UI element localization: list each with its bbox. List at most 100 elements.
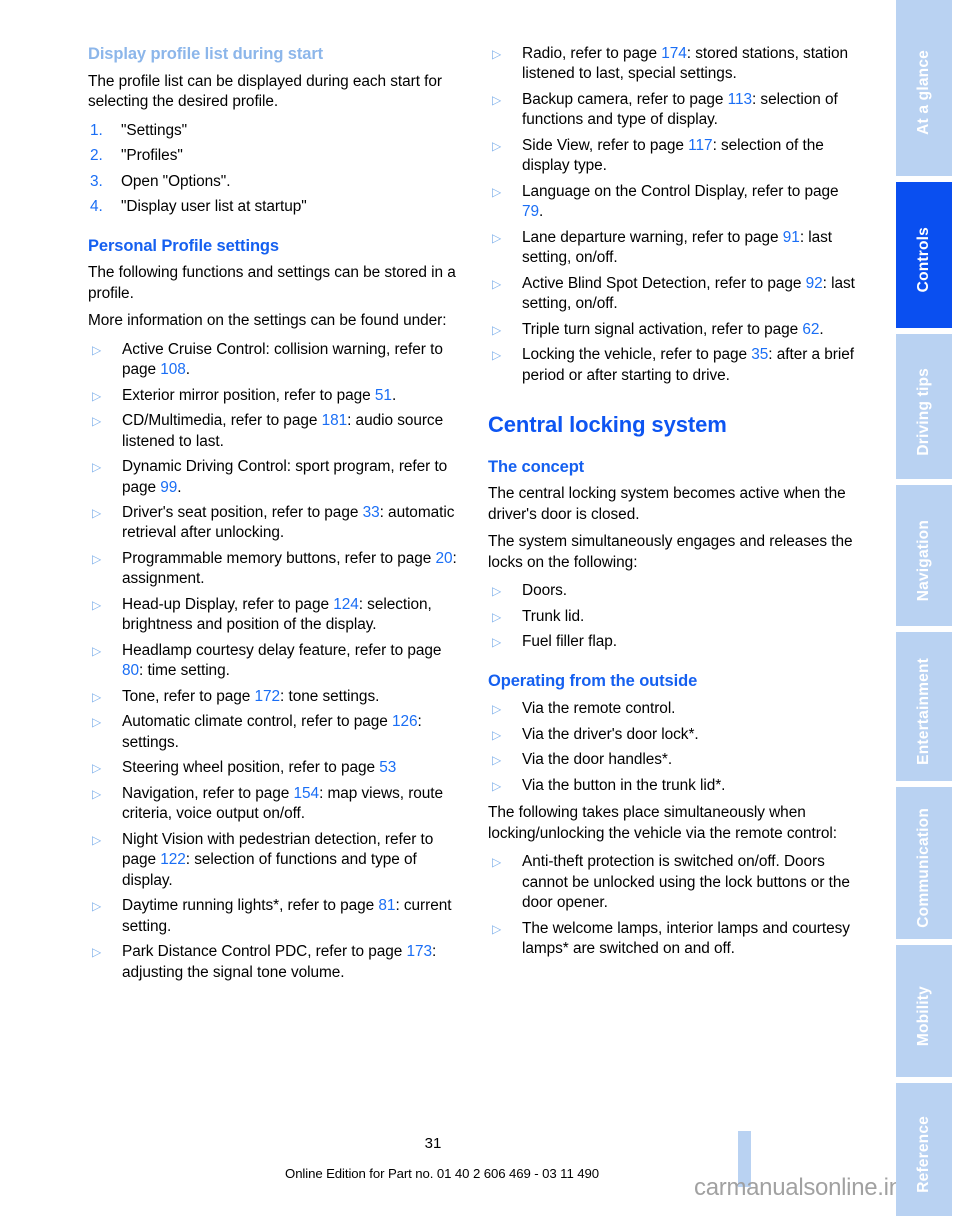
heading-personal-profile-settings: Personal Profile settings	[88, 236, 279, 255]
step-text: "Settings"	[121, 121, 188, 139]
page-reference-link[interactable]: 92	[806, 275, 823, 292]
step-text: Open "Options".	[121, 172, 231, 190]
bullet-text: Park Distance Control PDC, refer to page	[122, 943, 407, 961]
page-reference-link[interactable]: 62	[802, 321, 819, 338]
bullet-text: Daytime running lights*, refer to page	[122, 897, 379, 915]
bullet-text: Via the driver's door lock*.	[522, 725, 699, 743]
sidebar-tab-at-a-glance[interactable]: At a glance	[896, 0, 952, 176]
page-reference-link[interactable]: 108	[160, 361, 186, 378]
sidebar-tab-controls[interactable]: Controls	[896, 181, 952, 329]
triangle-bullet-icon: ▷	[492, 921, 502, 936]
heading-display-profile-list: Display profile list during start	[88, 45, 324, 63]
bullet-text: Language on the Control Display, refer t…	[522, 182, 839, 200]
numbered-step-item: 1. "Settings"	[88, 121, 463, 141]
triangle-bullet-icon: ▷	[492, 702, 502, 717]
triangle-bullet-icon: ▷	[492, 753, 502, 768]
triangle-bullet-icon: ▷	[492, 138, 502, 153]
bullet-text: Automatic climate control, refer to page	[122, 713, 392, 731]
bullet-item: ▷ Active Blind Spot Detection, refer to p…	[488, 274, 863, 315]
bullet-item: ▷ Automatic climate control, refer to pag…	[88, 712, 463, 753]
bullet-item: ▷ Radio, refer to page 174: stored statio…	[488, 44, 863, 85]
bullet-text: Active Blind Spot Detection, refer to pa…	[522, 274, 806, 292]
bullet-item: ▷ Language on the Control Display, refer …	[488, 182, 863, 223]
page-reference-link[interactable]: 91	[783, 229, 800, 246]
page-reference-link[interactable]: 117	[688, 137, 712, 154]
triangle-bullet-icon: ▷	[492, 47, 502, 61]
bullet-text: Headlamp courtesy delay feature, refer t…	[122, 641, 442, 659]
bullet-text: Triple turn signal activation, refer to …	[522, 320, 803, 338]
bullet-item: ▷ Active Cruise Control: collision warnin…	[88, 340, 463, 381]
bullet-item: ▷ Dynamic Driving Control: sport program,…	[88, 457, 463, 498]
page-reference-link[interactable]: 81	[378, 897, 395, 914]
triangle-bullet-icon: ▷	[92, 597, 102, 612]
bullet-text-tail: .	[539, 203, 544, 221]
bullet-text: Via the button in the trunk lid*.	[522, 776, 726, 794]
bullet-text: The welcome lamps, interior lamps and co…	[522, 919, 850, 958]
paragraph-remote-control: The following takes place simultaneously…	[488, 804, 837, 842]
bullet-text: Steering wheel position, refer to page	[122, 759, 380, 777]
triangle-bullet-icon: ▷	[492, 609, 502, 624]
bullet-text: Trunk lid.	[522, 607, 585, 625]
bullet-item: ▷ Trunk lid.	[488, 607, 863, 627]
left-column: Display profile list during start The pr…	[88, 44, 463, 988]
sidebar-tab-driving-tips[interactable]: Driving tips	[896, 334, 952, 480]
sidebar-tab-label: Driving tips	[915, 368, 933, 456]
page-reference-link[interactable]: 124	[333, 596, 359, 613]
page-reference-link[interactable]: 126	[392, 713, 418, 730]
bullet-text: Backup camera, refer to page	[522, 90, 728, 108]
bullet-item: ▷ Via the driver's door lock*.	[488, 725, 863, 745]
triangle-bullet-icon: ▷	[92, 414, 102, 429]
sidebar-tab-label: Entertainment	[915, 658, 933, 765]
page-reference-link[interactable]: 53	[379, 759, 396, 776]
sidebar-tab-communication[interactable]: Communication	[896, 786, 952, 940]
sidebar-tab-label: Communication	[915, 808, 933, 929]
right-column: ▷ Radio, refer to page 174: stored statio…	[488, 44, 863, 965]
bullet-item: ▷ Via the button in the trunk lid*.	[488, 776, 863, 796]
bullet-text: Exterior mirror position, refer to page	[122, 386, 375, 404]
page-reference-link[interactable]: 20	[436, 550, 453, 567]
triangle-bullet-icon: ▷	[92, 506, 102, 520]
paragraph-concept-active: The central locking system becomes activ…	[488, 485, 846, 523]
heading-central-locking-system: Central locking system	[488, 412, 727, 438]
page-reference-link[interactable]: 174	[661, 45, 687, 62]
triangle-bullet-icon: ▷	[492, 778, 502, 793]
bullet-text: Via the remote control.	[522, 700, 676, 718]
triangle-bullet-icon: ▷	[492, 92, 502, 107]
triangle-bullet-icon: ▷	[92, 899, 102, 914]
bullet-text-tail: .	[391, 386, 397, 404]
bullet-text: Navigation, refer to page	[122, 784, 294, 802]
page-reference-link[interactable]: 172	[254, 688, 280, 705]
bullet-item: ▷ Fuel filler flap.	[488, 632, 863, 652]
page-reference-link[interactable]: 99	[160, 479, 177, 496]
sidebar-tab-mobility[interactable]: Mobility	[896, 945, 952, 1077]
page-reference-link[interactable]: 154	[294, 785, 320, 802]
numbered-steps-list: 1. "Settings" 2. "Profiles" 3. Open "Options"…	[88, 121, 463, 218]
bullet-item: ▷ Driver's seat position, refer to page 3…	[88, 503, 463, 544]
sidebar-tab-navigation[interactable]: Navigation	[896, 485, 952, 627]
page-reference-link[interactable]: 181	[322, 412, 348, 429]
triangle-bullet-icon: ▷	[492, 727, 502, 742]
bullet-text-tail: .	[819, 320, 824, 338]
bullet-text: Driver's seat position, refer to page	[122, 504, 363, 521]
page-reference-link[interactable]: 79	[522, 203, 539, 220]
triangle-bullet-icon: ▷	[492, 855, 502, 870]
triangle-bullet-icon: ▷	[492, 635, 502, 650]
page-reference-link[interactable]: 51	[375, 387, 392, 404]
bullet-item: ▷ Via the door handles*.	[488, 750, 863, 770]
bullet-item: ▷ Navigation, refer to page 154: map view…	[88, 784, 463, 825]
page-reference-link[interactable]: 173	[407, 943, 433, 960]
bullet-item: ▷ Exterior mirror position, refer to page…	[88, 386, 463, 406]
bullet-item: ▷ Anti-theft protection is switched on/of…	[488, 852, 863, 913]
page-reference-link[interactable]: 33	[363, 504, 380, 521]
left-settings-bullet-list: ▷ Active Cruise Control: collision warnin…	[88, 340, 463, 984]
bullet-text: Radio, refer to page	[522, 45, 662, 62]
page-reference-link[interactable]: 113	[728, 91, 752, 108]
step-number: 2.	[90, 147, 103, 165]
page-reference-link[interactable]: 35	[751, 346, 768, 363]
page-reference-link[interactable]: 80	[122, 662, 139, 679]
sidebar-tab-entertainment[interactable]: Entertainment	[896, 632, 952, 781]
sidebar-tab-reference[interactable]: Reference	[896, 1082, 952, 1216]
sidebar-tab-label: Reference	[915, 1116, 933, 1193]
page-reference-link[interactable]: 122	[160, 851, 186, 868]
step-number: 4.	[90, 198, 103, 216]
